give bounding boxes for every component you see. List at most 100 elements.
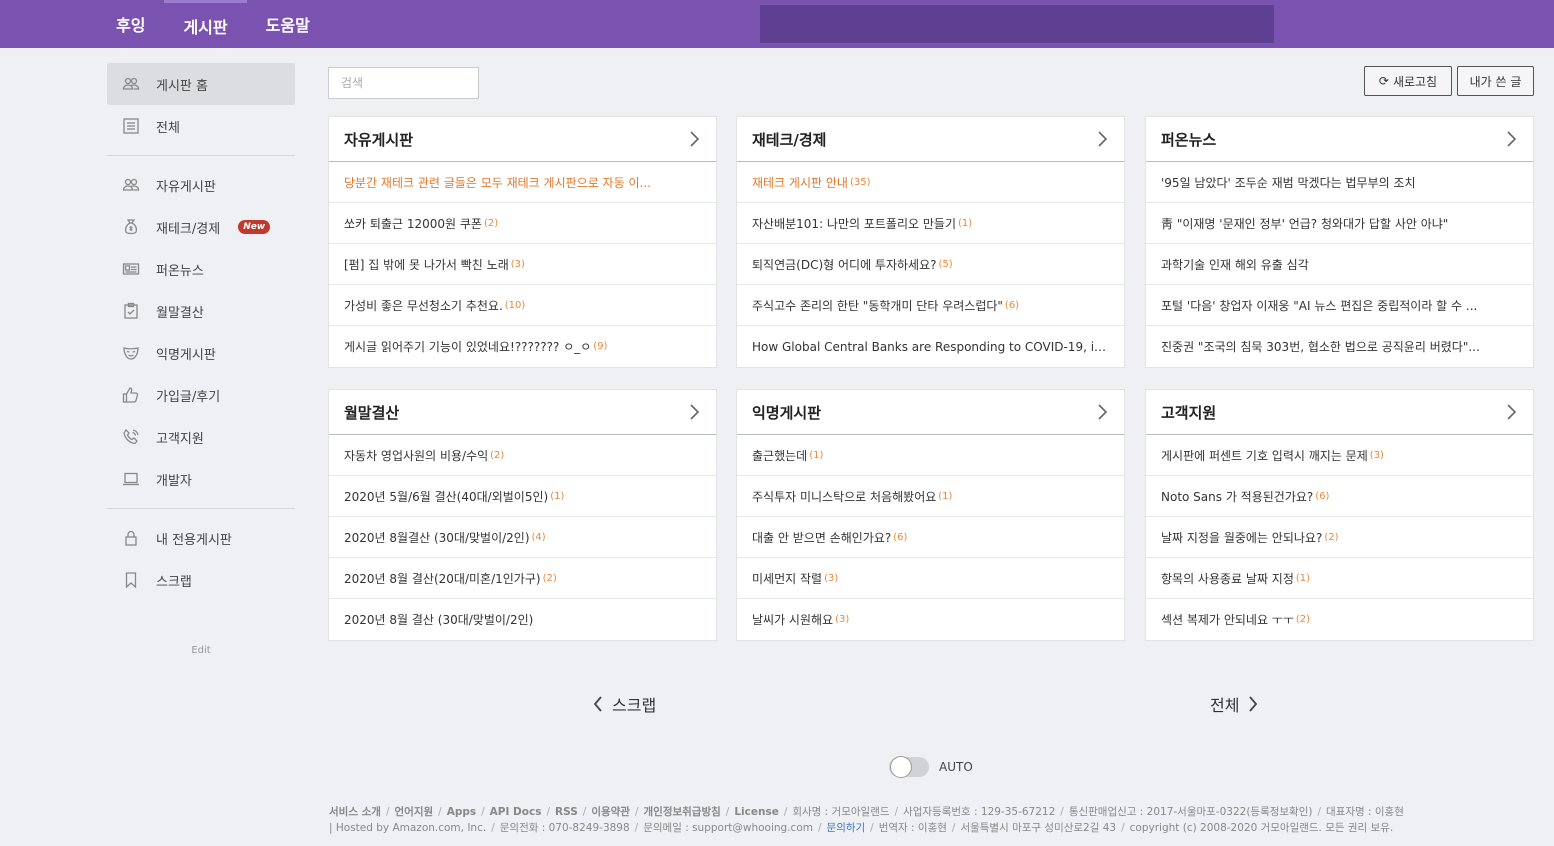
post-row[interactable]: 게시글 읽어주기 기능이 있었네요!??????? ㅇ_ㅇ (9) xyxy=(329,326,716,367)
footer-item[interactable]: RSS xyxy=(555,806,578,818)
sidebar-item-board-home[interactable]: 게시판 홈 xyxy=(107,63,295,105)
post-row[interactable]: 재테크 게시판 안내 (35) xyxy=(737,162,1124,203)
post-title: 재테크 게시판 안내 xyxy=(752,175,848,190)
post-row[interactable]: '95일 남았다' 조두순 재범 막겠다는 법무부의 조치 xyxy=(1146,162,1533,203)
tab-help[interactable]: 도움말 xyxy=(247,0,329,48)
post-row[interactable]: 섹션 복제가 안되네요 ㅜㅜ (2) xyxy=(1146,599,1533,640)
post-row[interactable]: 날짜 지정을 월중에는 안되나요? (2) xyxy=(1146,517,1533,558)
footer-item[interactable]: 문의하기 xyxy=(827,822,866,834)
board-card-header[interactable]: 재테크/경제 xyxy=(737,117,1124,162)
search-input[interactable] xyxy=(328,67,479,99)
sidebar-item-all[interactable]: 전체 xyxy=(107,105,295,147)
auto-toggle-label: AUTO xyxy=(939,760,973,774)
footer-item[interactable]: API Docs xyxy=(490,806,542,818)
post-row[interactable]: 2020년 8월 결산(20대/미혼/1인가구) (2) xyxy=(329,558,716,599)
post-title: 포털 '다음' 창업자 이재웅 "AI 뉴스 편집은 중립적이라 할 수 ... xyxy=(1161,298,1478,313)
footer-item[interactable]: 개인정보취급방침 xyxy=(644,806,721,818)
sidebar-edit-link[interactable]: Edit xyxy=(107,645,295,656)
post-row[interactable]: 2020년 8월 결산 (30대/맞벌이/2인) xyxy=(329,599,716,640)
post-row[interactable]: 날씨가 시원해요 (3) xyxy=(737,599,1124,640)
post-row[interactable]: 당분간 재테크 관련 글들은 모두 재테크 게시판으로 자동 이... xyxy=(329,162,716,203)
tab-whooing[interactable]: 후잉 xyxy=(97,0,164,48)
chevron-right-icon[interactable] xyxy=(1095,130,1109,148)
comment-count: (1) xyxy=(550,490,565,502)
board-card-header[interactable]: 고객지원 xyxy=(1146,390,1533,435)
footer-item[interactable]: Apps xyxy=(447,806,476,818)
board-card: 고객지원 게시판에 퍼센트 기호 입력시 깨지는 문제 (3) Noto Sans 가… xyxy=(1145,389,1534,641)
tab-board[interactable]: 게시판 xyxy=(164,0,247,48)
post-title: 당분간 재테크 관련 글들은 모두 재테크 게시판으로 자동 이... xyxy=(344,175,651,190)
post-row[interactable]: 포털 '다음' 창업자 이재웅 "AI 뉴스 편집은 중립적이라 할 수 ... xyxy=(1146,285,1533,326)
sidebar-item-signup-review[interactable]: 가입글/후기 xyxy=(107,374,295,416)
post-row[interactable]: 과학기술 인재 해외 유출 심각 xyxy=(1146,244,1533,285)
post-row[interactable]: 주식고수 존리의 한탄 "동학개미 단타 우려스럽다" (6) xyxy=(737,285,1124,326)
chevron-right-icon[interactable] xyxy=(687,403,701,421)
footer-separator: / xyxy=(1060,806,1064,818)
post-title: Noto Sans 가 적용된건가요? xyxy=(1161,489,1314,504)
footer-item[interactable]: 서비스 소개 xyxy=(329,806,381,818)
post-row[interactable]: 진중권 "조국의 침묵 303번, 협소한 법으로 공직윤리 버렸다"... xyxy=(1146,326,1533,367)
post-title: 주식고수 존리의 한탄 "동학개미 단타 우려스럽다" xyxy=(752,298,1003,313)
list-icon xyxy=(121,116,141,136)
post-title: 주식투자 미니스탁으로 처음해봤어요 xyxy=(752,489,937,504)
post-row[interactable]: 쏘카 퇴출근 12000원 쿠폰 (2) xyxy=(329,203,716,244)
sidebar-item-label: 퍼온뉴스 xyxy=(156,263,204,279)
board-card: 자유게시판당분간 재테크 관련 글들은 모두 재테크 게시판으로 자동 이...… xyxy=(328,116,717,368)
post-row[interactable]: Noto Sans 가 적용된건가요? (6) xyxy=(1146,476,1533,517)
post-row[interactable]: 항목의 사용종료 날짜 지정 (1) xyxy=(1146,558,1533,599)
refresh-button[interactable]: ⟳ 새로고침 xyxy=(1364,66,1452,96)
sidebar-item-support[interactable]: 고객지원 xyxy=(107,416,295,458)
board-title: 고객지원 xyxy=(1161,403,1217,422)
post-row[interactable]: 미세먼지 작렬 (3) xyxy=(737,558,1124,599)
post-row[interactable]: 퇴직연금(DC)형 어디에 투자하세요? (5) xyxy=(737,244,1124,285)
money-bag-icon xyxy=(121,217,141,237)
footer-item: copyright (c) 2008-2020 거모아일랜드. 모든 권리 보유… xyxy=(1129,822,1394,834)
post-title: [펌] 집 밖에 못 나가서 빡친 노래 xyxy=(344,257,509,272)
footer-separator: / xyxy=(438,806,442,818)
auto-toggle[interactable] xyxy=(889,756,929,778)
board-card-header[interactable]: 월말결산 xyxy=(329,390,716,435)
sidebar-item-label: 재테크/경제 xyxy=(156,221,221,237)
sidebar-item-label: 가입글/후기 xyxy=(156,389,221,405)
thumbs-up-icon xyxy=(121,385,141,405)
footer-item[interactable]: License xyxy=(734,806,778,818)
footer-item: 회사명 : 거모아일랜드 xyxy=(792,806,890,818)
post-row[interactable]: 靑 "이재명 '문재인 정부' 언급? 청와대가 답할 사안 아냐" xyxy=(1146,203,1533,244)
post-row[interactable]: 2020년 8월결산 (30대/맞벌이/2인) (4) xyxy=(329,517,716,558)
sidebar-item-scrap[interactable]: 스크랩 xyxy=(107,559,295,601)
post-row[interactable]: 자산배분101: 나만의 포트폴리오 만들기 (1) xyxy=(737,203,1124,244)
post-row[interactable]: 대출 안 받으면 손해인가요? (6) xyxy=(737,517,1124,558)
post-row[interactable]: 주식투자 미니스탁으로 처음해봤어요 (1) xyxy=(737,476,1124,517)
post-row[interactable]: How Global Central Banks are Responding … xyxy=(737,326,1124,367)
sidebar-item-private-board[interactable]: 내 전용게시판 xyxy=(107,517,295,559)
post-row[interactable]: 게시판에 퍼센트 기호 입력시 깨지는 문제 (3) xyxy=(1146,435,1533,476)
footer-item: | Hosted by Amazon.com, Inc. xyxy=(329,822,487,834)
sidebar-item-label: 스크랩 xyxy=(156,574,192,590)
post-row[interactable]: 가성비 좋은 무선청소기 추천요. (10) xyxy=(329,285,716,326)
footer-item[interactable]: 언어지원 xyxy=(395,806,434,818)
next-board-link[interactable]: 전체 xyxy=(1210,692,1259,716)
chevron-right-icon[interactable] xyxy=(1504,130,1518,148)
post-row[interactable]: [펌] 집 밖에 못 나가서 빡친 노래 (3) xyxy=(329,244,716,285)
post-row[interactable]: 자동차 영업사원의 비용/수익 (2) xyxy=(329,435,716,476)
prev-board-link[interactable]: 스크랩 xyxy=(592,692,656,716)
sidebar-item-monthly[interactable]: 월말결산 xyxy=(107,290,295,332)
my-posts-button[interactable]: 내가 쓴 글 xyxy=(1457,66,1534,96)
sidebar-item-anonymous[interactable]: 익명게시판 xyxy=(107,332,295,374)
footer-separator: / xyxy=(582,806,587,818)
footer-item[interactable]: 이용약관 xyxy=(591,806,630,818)
chevron-right-icon[interactable] xyxy=(1504,403,1518,421)
post-row[interactable]: 출근했는데 (1) xyxy=(737,435,1124,476)
sidebar-item-free-board[interactable]: 자유게시판 xyxy=(107,164,295,206)
board-card-header[interactable]: 퍼온뉴스 xyxy=(1146,117,1533,162)
chevron-right-icon[interactable] xyxy=(687,130,701,148)
sidebar-item-finance[interactable]: 재테크/경제 New xyxy=(107,206,295,248)
board-card-header[interactable]: 자유게시판 xyxy=(329,117,716,162)
sidebar-item-label: 자유게시판 xyxy=(156,179,216,195)
sidebar-item-news[interactable]: 퍼온뉴스 xyxy=(107,248,295,290)
post-row[interactable]: 2020년 5월/6월 결산(40대/외벌이5인) (1) xyxy=(329,476,716,517)
top-search-area[interactable] xyxy=(760,5,1274,43)
sidebar-item-developer[interactable]: 개발자 xyxy=(107,458,295,500)
board-card-header[interactable]: 익명게시판 xyxy=(737,390,1124,435)
chevron-right-icon[interactable] xyxy=(1095,403,1109,421)
